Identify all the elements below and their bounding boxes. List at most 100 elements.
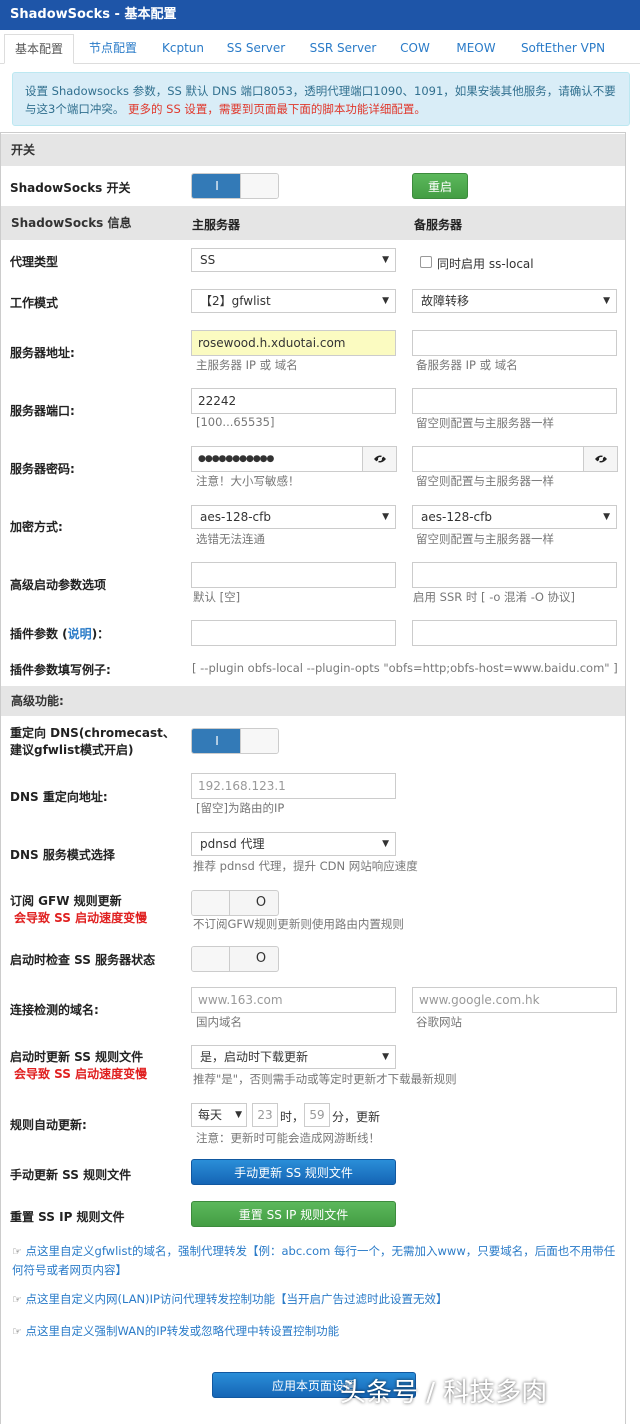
- auto-update-frequency-select[interactable]: 每天 ▼: [191, 1103, 247, 1127]
- eye-icon[interactable]: [363, 446, 397, 472]
- plugin-label: 插件参数 (说明)：: [10, 625, 109, 642]
- check-server-label: 启动时检查 SS 服务器状态: [10, 953, 156, 967]
- restart-button[interactable]: 重启: [412, 173, 468, 199]
- encryption-label: 加密方式:: [10, 520, 63, 534]
- proxy-type-value: SS: [200, 253, 216, 267]
- plugin-label-pre: 插件参数 (: [10, 627, 68, 641]
- plugin-label-post: )：: [91, 627, 110, 641]
- encryption-backup-select[interactable]: aes-128-cfb ▼: [412, 505, 617, 529]
- toggle-on-part: I: [192, 174, 242, 198]
- server-address-backup-help: 备服务器 IP 或 域名: [416, 358, 518, 372]
- auto-update-hour-unit: 时，: [280, 1110, 305, 1124]
- auto-update-hour-input[interactable]: 23: [252, 1103, 278, 1127]
- server-address-backup-input[interactable]: [412, 330, 617, 356]
- chevron-down-icon: ▼: [382, 1052, 389, 1062]
- eye-icon[interactable]: [584, 446, 618, 472]
- dns-mode-value: pdnsd 代理: [200, 837, 265, 851]
- dns-redirect-toggle[interactable]: I: [191, 728, 279, 754]
- tab-meow[interactable]: MEOW: [448, 34, 504, 64]
- auto-update-minute-input[interactable]: 59: [304, 1103, 330, 1127]
- dns-address-help: [留空]为路由的IP: [196, 801, 285, 815]
- encryption-backup-value: aes-128-cfb: [421, 510, 492, 524]
- gfw-update-label: 订阅 GFW 规则更新 会导致 SS 启动速度变慢: [10, 893, 147, 927]
- tab-node-config[interactable]: 节点配置: [80, 34, 146, 64]
- adv-params-backup-help: 启用 SSR 时 [ -o 混淆 -O 协议]: [413, 590, 576, 604]
- proxy-type-label: 代理类型: [10, 255, 59, 269]
- server-address-main-input[interactable]: rosewood.h.xduotai.com: [191, 330, 396, 356]
- section-advanced: 高级功能:: [1, 686, 625, 716]
- info-notice: 设置 Shadowsocks 参数，SS 默认 DNS 端口8053，透明代理端…: [12, 72, 630, 126]
- tab-ssr-server[interactable]: SSR Server: [302, 34, 384, 64]
- reset-ip-label: 重置 SS IP 规则文件: [10, 1210, 125, 1224]
- server-password-backup-input[interactable]: [412, 446, 584, 472]
- adv-params-main-help: 默认 [空]: [193, 590, 241, 604]
- plugin-help-link[interactable]: 说明: [68, 627, 92, 641]
- hand-pointer-icon: ☞: [12, 1245, 22, 1258]
- server-port-backup-help: 留空则配置与主服务器一样: [416, 416, 554, 430]
- dns-mode-select[interactable]: pdnsd 代理 ▼: [191, 832, 396, 856]
- auto-update-frequency-value: 每天: [198, 1108, 223, 1122]
- check-domain-main-input[interactable]: www.163.com: [191, 987, 396, 1013]
- custom-lan-ip-link-text: 点这里自定义内网(LAN)IP访问代理转发控制功能【当开启广告过滤时此设置无效】: [25, 1292, 448, 1306]
- tab-kcptun[interactable]: Kcptun: [152, 34, 214, 64]
- plugin-example-label: 插件参数填写例子:: [10, 663, 111, 677]
- server-password-label: 服务器密码:: [10, 462, 75, 476]
- server-port-backup-input[interactable]: [412, 388, 617, 414]
- ss-switch-toggle[interactable]: I: [191, 173, 279, 199]
- tab-cow[interactable]: COW: [392, 34, 438, 64]
- boot-update-title: 启动时更新 SS 规则文件: [10, 1050, 144, 1064]
- section-switch: 开关: [1, 134, 625, 166]
- chevron-down-icon: ▼: [382, 255, 389, 265]
- plugin-backup-input[interactable]: [412, 620, 617, 646]
- tab-ss-server[interactable]: SS Server: [220, 34, 292, 64]
- work-mode-main-value: 【2】gfwlist: [200, 294, 271, 308]
- ss-local-label: 同时启用 ss-local: [437, 257, 534, 271]
- proxy-type-select[interactable]: SS ▼: [191, 248, 396, 272]
- check-domain-label: 连接检测的域名:: [10, 1003, 99, 1017]
- boot-update-warning: 会导致 SS 启动速度变慢: [14, 1067, 148, 1081]
- toggle-off-indicator: O: [255, 951, 267, 966]
- server-address-main-help: 主服务器 IP 或 域名: [196, 358, 298, 372]
- tab-softether-vpn[interactable]: SoftEther VPN: [514, 34, 612, 64]
- server-port-main-input[interactable]: 22242: [191, 388, 396, 414]
- ss-local-checkbox[interactable]: [420, 256, 432, 268]
- plugin-main-input[interactable]: [191, 620, 396, 646]
- auto-update-label: 规则自动更新:: [10, 1118, 87, 1132]
- check-domain-backup-help: 谷歌网站: [416, 1015, 462, 1029]
- gfw-update-title: 订阅 GFW 规则更新: [10, 894, 122, 908]
- dns-address-input[interactable]: 192.168.123.1: [191, 773, 396, 799]
- server-address-label: 服务器地址:: [10, 346, 75, 360]
- adv-params-backup-input[interactable]: [412, 562, 617, 588]
- window-title: ShadowSocks - 基本配置: [0, 0, 640, 30]
- toggle-knob: [192, 947, 230, 971]
- custom-lan-ip-link[interactable]: ☞ 点这里自定义内网(LAN)IP访问代理转发控制功能【当开启广告过滤时此设置无…: [12, 1290, 617, 1309]
- check-domain-main-help: 国内域名: [196, 1015, 242, 1029]
- adv-params-main-input[interactable]: [191, 562, 396, 588]
- chevron-down-icon: ▼: [382, 296, 389, 306]
- manual-update-button[interactable]: 手动更新 SS 规则文件: [191, 1159, 396, 1185]
- check-server-toggle[interactable]: O: [191, 946, 279, 972]
- tab-basic-config[interactable]: 基本配置: [4, 34, 74, 64]
- dns-address-label: DNS 重定向地址:: [10, 790, 108, 804]
- chevron-down-icon: ▼: [235, 1110, 242, 1120]
- server-port-label: 服务器端口:: [10, 404, 75, 418]
- encryption-main-select[interactable]: aes-128-cfb ▼: [191, 505, 396, 529]
- check-domain-backup-input[interactable]: www.google.com.hk: [412, 987, 617, 1013]
- work-mode-backup-select[interactable]: 故障转移 ▼: [412, 289, 617, 313]
- tab-bar: 基本配置 节点配置 Kcptun SS Server SSR Server CO…: [0, 30, 640, 64]
- boot-update-select[interactable]: 是，启动时下载更新 ▼: [191, 1045, 396, 1069]
- encryption-main-help: 选错无法连通: [196, 532, 265, 546]
- toggle-off-indicator: O: [255, 895, 267, 910]
- boot-update-value: 是，启动时下载更新: [200, 1050, 309, 1064]
- work-mode-main-select[interactable]: 【2】gfwlist ▼: [191, 289, 396, 313]
- toggle-knob: [240, 729, 278, 753]
- work-mode-backup-value: 故障转移: [421, 294, 470, 308]
- reset-ip-button[interactable]: 重置 SS IP 规则文件: [191, 1201, 396, 1227]
- custom-gfwlist-link[interactable]: ☞ 点这里自定义gfwlist的域名，强制代理转发【例：abc.com 每行一个…: [12, 1242, 617, 1279]
- custom-wan-ip-link-text: 点这里自定义强制WAN的IP转发或忽略代理中转设置控制功能: [25, 1324, 340, 1338]
- custom-wan-ip-link[interactable]: ☞ 点这里自定义强制WAN的IP转发或忽略代理中转设置控制功能: [12, 1322, 617, 1341]
- hand-pointer-icon: ☞: [12, 1293, 22, 1306]
- gfw-update-toggle[interactable]: O: [191, 890, 279, 916]
- notice-warning: 更多的 SS 设置，需要到页面最下面的脚本功能详细配置。: [127, 102, 426, 116]
- server-password-main-input[interactable]: ●●●●●●●●●●●: [191, 446, 363, 472]
